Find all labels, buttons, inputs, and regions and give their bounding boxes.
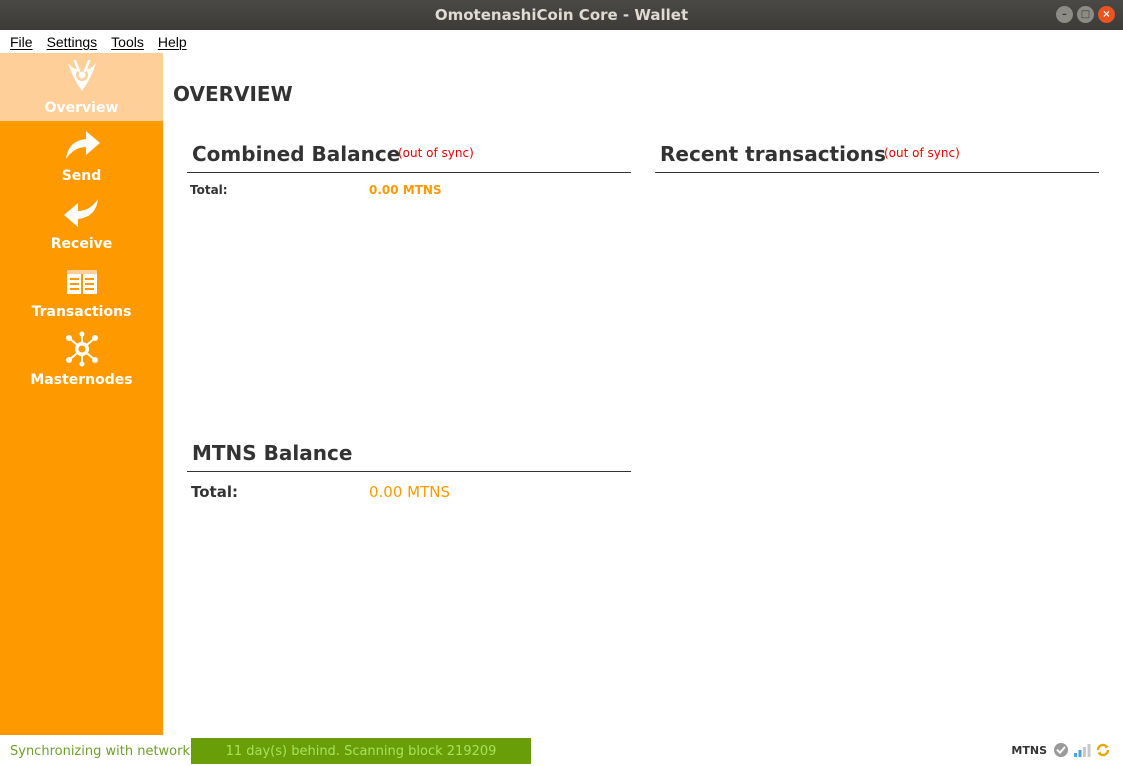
menu-file[interactable]: File (10, 34, 33, 50)
recent-transactions-title: Recent transactions (660, 142, 886, 166)
sync-status-text: Synchronizing with network... (10, 744, 203, 759)
transactions-icon (66, 270, 97, 294)
combined-total-label: Total: (190, 183, 228, 197)
recent-out-of-sync-label[interactable]: (out of sync) (884, 146, 960, 160)
page-title: OVERVIEW (173, 82, 293, 106)
network-connections-icon[interactable] (1073, 742, 1091, 758)
menu-bar: File Settings Tools Help (0, 30, 1123, 53)
close-button[interactable]: × (1098, 6, 1115, 23)
window-controls: – □ × (1056, 6, 1115, 23)
sync-spinner-icon (1096, 743, 1110, 757)
logo-icon (67, 59, 96, 91)
sidebar-item-overview[interactable]: Overview (0, 53, 163, 121)
recent-transactions-header: Recent transactions (out of sync) (655, 139, 1099, 173)
combined-out-of-sync-label[interactable]: (out of sync) (398, 146, 474, 160)
window-title: OmotenashiCoin Core - Wallet (434, 6, 689, 24)
receive-arrow-icon (63, 199, 98, 227)
maximize-button[interactable]: □ (1077, 6, 1094, 23)
window-titlebar: OmotenashiCoin Core - Wallet – □ × (0, 0, 1123, 30)
sidebar-item-receive[interactable]: Receive (0, 189, 163, 257)
menu-settings[interactable]: Settings (47, 34, 98, 50)
mtns-total-value: 0.00 MTNS (369, 483, 451, 501)
status-icons: MTNS (1011, 742, 1111, 758)
unit-selector[interactable]: MTNS (1011, 744, 1047, 757)
sidebar-item-masternodes[interactable]: Masternodes (0, 325, 163, 393)
combined-total-value: 0.00 MTNS (369, 183, 442, 197)
recent-transactions-list[interactable] (655, 175, 1099, 715)
sidebar-item-label: Overview (44, 100, 119, 116)
sync-progress-bar: 11 day(s) behind. Scanning block 219209 (191, 738, 531, 764)
minimize-button[interactable]: – (1056, 6, 1073, 23)
masternodes-icon (65, 331, 98, 367)
sidebar-item-transactions[interactable]: Transactions (0, 257, 163, 325)
send-arrow-icon (65, 131, 100, 159)
combined-balance-header: Combined Balance (out of sync) (187, 139, 631, 173)
sidebar-item-label: Transactions (31, 304, 132, 320)
sync-progress-text: 11 day(s) behind. Scanning block 219209 (225, 743, 497, 759)
masternode-sync-check-icon[interactable] (1053, 742, 1069, 758)
status-bar: Synchronizing with network... 11 day(s) … (0, 735, 1123, 766)
menu-help[interactable]: Help (158, 34, 187, 50)
combined-balance-title: Combined Balance (192, 142, 401, 166)
sidebar-item-label: Send (61, 168, 102, 184)
menu-tools[interactable]: Tools (111, 34, 144, 50)
mtns-total-label: Total: (191, 483, 238, 501)
sidebar-item-send[interactable]: Send (0, 121, 163, 189)
sidebar-item-label: Masternodes (30, 372, 133, 388)
mtns-balance-header: MTNS Balance (187, 438, 631, 472)
mtns-balance-title: MTNS Balance (192, 441, 353, 465)
sidebar-item-label: Receive (50, 236, 113, 252)
sidebar: Overview Send Receive Transactions Maste… (0, 53, 163, 735)
